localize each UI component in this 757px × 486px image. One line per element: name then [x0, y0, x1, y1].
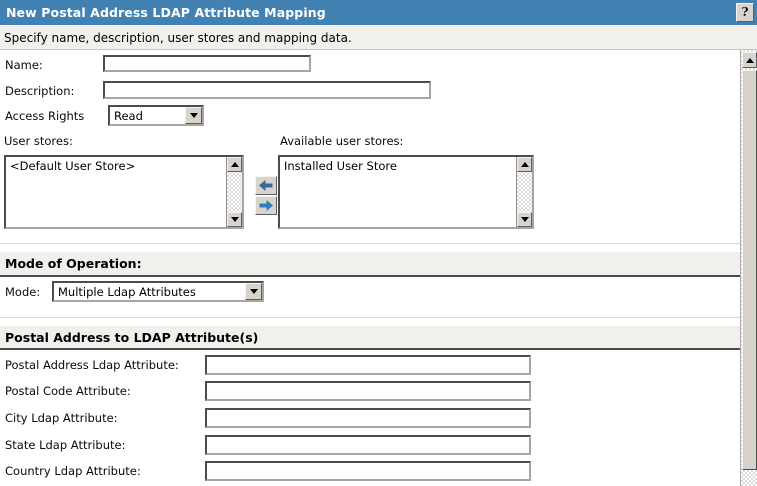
name-label: Name:: [5, 58, 43, 72]
down-triangle-icon: [230, 217, 239, 222]
chevron-down-icon[interactable]: [245, 283, 262, 300]
available-user-stores-listbox[interactable]: Installed User Store: [278, 155, 534, 229]
postal-address-section-header: Postal Address to LDAP Attribute(s): [0, 326, 740, 350]
up-triangle-icon: [745, 57, 754, 63]
section-divider: [0, 317, 740, 318]
instruction-bar: Specify name, description, user stores a…: [0, 25, 757, 50]
postal-address-ldap-attribute-input[interactable]: [205, 355, 531, 375]
up-triangle-icon: [230, 162, 239, 167]
scroll-down-button[interactable]: [227, 212, 242, 227]
list-item[interactable]: Installed User Store: [280, 157, 532, 173]
vertical-scrollbar[interactable]: [740, 50, 757, 486]
scroll-down-button[interactable]: [517, 212, 532, 227]
access-rights-selected-value: Read: [114, 109, 143, 123]
access-rights-select[interactable]: Read: [108, 105, 204, 126]
description-input[interactable]: [103, 81, 431, 99]
list-item[interactable]: <Default User Store>: [6, 157, 242, 173]
user-stores-label: User stores:: [4, 134, 73, 148]
dialog-new-postal-address-ldap-attribute-mapping: New Postal Address LDAP Attribute Mappin…: [0, 0, 757, 486]
city-ldap-attribute-label: City Ldap Attribute:: [5, 411, 118, 425]
available-user-stores-label: Available user stores:: [280, 134, 404, 148]
description-label: Description:: [5, 84, 75, 98]
help-button[interactable]: ?: [736, 3, 754, 22]
user-stores-listbox[interactable]: <Default User Store>: [4, 155, 244, 229]
question-mark-icon: ?: [741, 5, 749, 19]
instruction-text: Specify name, description, user stores a…: [4, 31, 352, 45]
mode-select[interactable]: Multiple Ldap Attributes: [52, 281, 264, 302]
left-arrow-icon: [259, 180, 273, 191]
title-bar: New Postal Address LDAP Attribute Mappin…: [0, 0, 757, 25]
user-stores-scrollbar[interactable]: [226, 157, 242, 227]
state-ldap-attribute-label: State Ldap Attribute:: [5, 438, 126, 452]
mode-label: Mode:: [5, 285, 41, 299]
scroll-up-button[interactable]: [517, 157, 532, 172]
dialog-title: New Postal Address LDAP Attribute Mappin…: [6, 5, 326, 20]
scroll-up-button[interactable]: [227, 157, 242, 172]
postal-code-attribute-label: Postal Code Attribute:: [5, 384, 131, 398]
postal-code-attribute-input[interactable]: [205, 381, 531, 401]
available-user-stores-scrollbar[interactable]: [516, 157, 532, 227]
name-input[interactable]: [103, 55, 311, 72]
chevron-down-icon[interactable]: [185, 107, 202, 124]
move-left-button[interactable]: [255, 176, 277, 195]
up-triangle-icon: [520, 162, 529, 167]
scroll-up-button[interactable]: [742, 52, 757, 68]
mode-selected-value: Multiple Ldap Attributes: [58, 285, 196, 299]
move-right-button[interactable]: [255, 196, 277, 215]
down-triangle-icon: [520, 217, 529, 222]
scrollbar-thumb[interactable]: [742, 70, 757, 470]
right-arrow-icon: [259, 200, 273, 211]
postal-address-ldap-attribute-label: Postal Address Ldap Attribute:: [5, 358, 179, 372]
section-divider: [0, 243, 740, 244]
state-ldap-attribute-input[interactable]: [205, 435, 531, 455]
mode-of-operation-header: Mode of Operation:: [0, 252, 740, 277]
country-ldap-attribute-label: Country Ldap Attribute:: [5, 464, 141, 478]
country-ldap-attribute-input[interactable]: [205, 461, 531, 481]
city-ldap-attribute-input[interactable]: [205, 408, 531, 428]
access-rights-label: Access Rights: [5, 109, 85, 123]
